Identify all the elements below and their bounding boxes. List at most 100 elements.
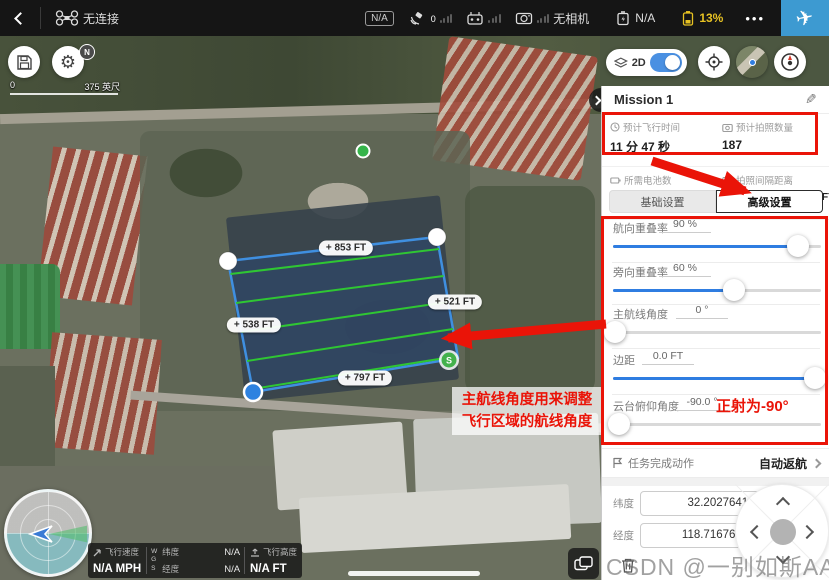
nudge-left-button[interactable] — [750, 525, 764, 539]
polygon-vertex-handle-selected[interactable] — [244, 383, 262, 401]
settings-tabs: 基础设置 高级设置 — [609, 190, 823, 213]
chevron-left-icon — [14, 12, 27, 25]
scale-line — [10, 93, 118, 95]
polygon-vertex-handle[interactable] — [219, 252, 237, 270]
device-battery-status[interactable]: 13% — [681, 11, 723, 26]
telemetry-bar: 飞行速度 N/A MPH WGS 纬度N/A 经度N/A 飞行高度 N/A FT — [88, 543, 302, 578]
polygon-vertex-handle[interactable] — [428, 228, 446, 246]
tab-advanced-settings[interactable]: 高级设置 — [716, 190, 823, 213]
altitude-value: N/A FT — [250, 563, 297, 575]
edge-distance-label: + 521 FT — [428, 295, 482, 310]
map-mode-label: 2D — [632, 57, 646, 69]
route-start-marker: S — [439, 350, 459, 370]
finish-action-value: 自动返航 — [759, 455, 807, 472]
speed-value: N/A MPH — [93, 563, 141, 575]
gear-icon: ⚙ — [60, 53, 76, 71]
top-status-bar: 无连接 N/A 0 无相机 N/A 13% ••• ✈ — [0, 0, 829, 36]
locate-icon — [705, 53, 723, 71]
device-battery-value: 13% — [699, 11, 723, 25]
annotation-box-sliders — [601, 216, 828, 445]
scale-max-label: 375 英尺 — [84, 80, 120, 93]
watermark: CSDN @一别如斯AA — [606, 548, 829, 580]
picture-in-picture-icon — [574, 556, 593, 571]
longitude-label: 经度 — [602, 528, 640, 543]
stat-label: 所需电池数 — [624, 173, 672, 187]
more-menu-button[interactable]: ••• — [745, 11, 765, 26]
layers-icon — [614, 57, 628, 69]
gimbal-annotation-text: 正射为-90° — [716, 395, 789, 416]
aircraft-battery-status[interactable]: N/A — [615, 11, 655, 26]
aircraft-heading-arrow — [25, 523, 55, 545]
satellite-icon — [408, 11, 425, 26]
airplane-icon: ✈ — [794, 6, 816, 30]
tab-basic-settings[interactable]: 基础设置 — [609, 190, 716, 213]
remote-controller-icon — [466, 11, 484, 25]
minimap-button[interactable] — [736, 46, 768, 78]
aircraft-battery-icon — [615, 11, 631, 26]
map-mode-switch[interactable] — [650, 53, 682, 72]
app-root: S + 853 FT + 521 FT + 538 FT + 797 FT 0 … — [0, 0, 829, 580]
compass-orientation-button[interactable] — [774, 46, 806, 78]
speed-label: 飞行速度 — [105, 546, 139, 558]
nudge-right-button[interactable] — [800, 525, 814, 539]
panel-header: Mission 1 ✎ — [602, 86, 829, 114]
remote-controller-status[interactable] — [466, 11, 501, 25]
camera-status[interactable]: 无相机 — [515, 10, 590, 27]
attitude-compass — [4, 489, 92, 577]
annotation-line: 飞行区域的航线角度 — [452, 411, 602, 433]
signal-bars-icon — [440, 13, 453, 23]
signal-bars-icon — [488, 13, 501, 23]
scale-min-label: 0 — [10, 80, 15, 90]
compass-needle-icon — [780, 52, 800, 72]
camera-icon — [515, 11, 533, 25]
edit-mission-name-button[interactable]: ✎ — [805, 91, 817, 108]
waypoint-marker[interactable] — [357, 145, 370, 158]
takeoff-button[interactable]: ✈ — [781, 0, 829, 36]
aircraft-battery-value: N/A — [635, 11, 655, 25]
latitude-label: 纬度 — [602, 496, 640, 511]
dpad-center-button[interactable] — [770, 519, 796, 545]
north-indicator: N — [79, 44, 95, 60]
nudge-up-button[interactable] — [776, 497, 790, 511]
chevron-right-icon — [591, 95, 601, 105]
route-angle-annotation: 主航线角度用来调整 飞行区域的航线角度 — [452, 387, 602, 435]
speed-section: 飞行速度 N/A MPH — [88, 543, 146, 578]
finish-action-label: 任务完成动作 — [628, 455, 694, 471]
save-icon — [16, 54, 33, 71]
stat-label: 拍照间隔距离 — [736, 173, 793, 187]
latitude-label: 纬度 — [162, 546, 179, 558]
interval-distance-icon — [722, 176, 733, 185]
locate-button[interactable] — [698, 46, 730, 78]
back-button[interactable] — [0, 0, 40, 36]
save-mission-button[interactable] — [8, 46, 40, 78]
view-switch-button[interactable] — [568, 548, 599, 579]
edge-distance-label: + 538 FT — [227, 318, 281, 333]
divider — [40, 7, 41, 29]
signal-bars-icon — [537, 13, 550, 23]
device-battery-icon — [681, 11, 695, 26]
chevron-right-icon — [812, 458, 822, 468]
aircraft-connection-status[interactable]: 无连接 — [55, 10, 119, 27]
connection-status-label: 无连接 — [83, 10, 119, 27]
flight-area-overlay[interactable]: S — [0, 36, 600, 580]
gps-mode-badge[interactable]: N/A — [365, 11, 394, 26]
map-mode-toggle-pill[interactable]: 2D — [606, 49, 687, 76]
altitude-icon — [250, 548, 260, 557]
section-divider — [602, 478, 829, 486]
annotation-line: 主航线角度用来调整 — [452, 389, 602, 411]
drone-icon — [55, 10, 79, 26]
satellite-status[interactable]: 0 — [408, 11, 453, 26]
finish-action-row[interactable]: 任务完成动作 自动返航 — [602, 448, 829, 478]
mission-title: Mission 1 — [614, 92, 673, 107]
annotation-box-stats — [602, 112, 818, 155]
minimap-location-dot — [749, 59, 756, 66]
home-indicator[interactable] — [348, 571, 480, 576]
toggle-knob — [665, 55, 680, 70]
finish-flag-icon — [612, 457, 623, 469]
edge-distance-label: + 853 FT — [319, 241, 373, 256]
latitude-value: N/A — [224, 547, 240, 558]
camera-status-label: 无相机 — [553, 10, 589, 27]
svg-text:S: S — [446, 356, 452, 366]
coordinates-section: WGS 纬度N/A 经度N/A — [147, 543, 244, 578]
satellite-count: 0 — [431, 14, 436, 24]
